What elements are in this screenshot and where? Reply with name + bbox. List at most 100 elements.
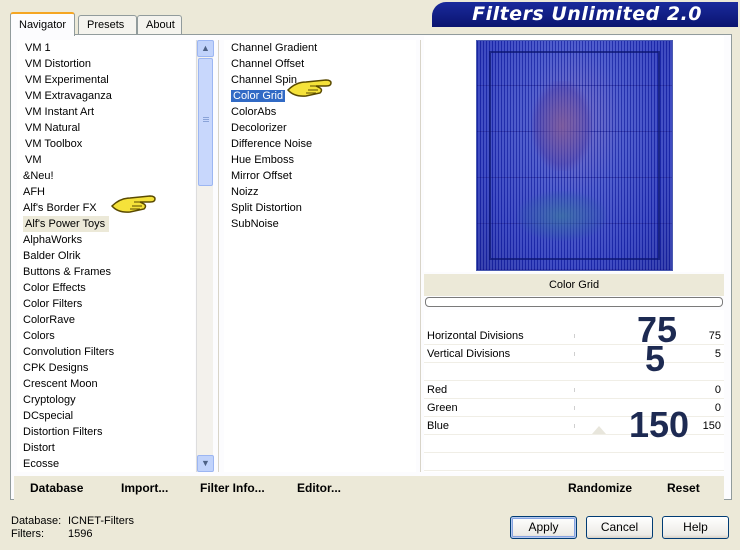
- category-label: Balder Olrik: [23, 250, 81, 262]
- category-label: Convolution Filters: [23, 346, 115, 358]
- filter-item[interactable]: SubNoise: [224, 216, 416, 232]
- category-item[interactable]: Color Filters: [17, 296, 195, 312]
- category-label: Colors: [23, 330, 55, 342]
- category-label: VM: [25, 154, 42, 166]
- category-item[interactable]: VM Distortion: [17, 56, 195, 72]
- category-label: Color Filters: [23, 298, 83, 310]
- category-label: Buttons & Frames: [23, 266, 112, 278]
- category-label: Crescent Moon: [23, 378, 98, 390]
- category-item[interactable]: VM 1: [17, 40, 195, 56]
- filter-list[interactable]: Channel Gradient Channel Offset Channel Sp…: [224, 40, 416, 472]
- category-item[interactable]: CPK Designs: [17, 360, 195, 376]
- category-label: Alf's Border FX: [23, 202, 97, 214]
- param-red[interactable]: Red 0: [424, 381, 724, 399]
- filter-item[interactable]: Hue Emboss: [224, 152, 416, 168]
- filter-label: Difference Noise: [231, 138, 313, 150]
- status-info: Database: ICNET-Filters Filters: 1596: [11, 515, 134, 541]
- annotation-blue: 150: [629, 404, 690, 445]
- category-item[interactable]: VM Toolbox: [17, 136, 195, 152]
- category-label: VM Instant Art: [25, 106, 95, 118]
- category-item[interactable]: VM: [17, 152, 195, 168]
- category-label: VM Natural: [25, 122, 81, 134]
- category-item[interactable]: Alf's Power Toys: [17, 216, 195, 232]
- category-item[interactable]: Distort: [17, 440, 195, 456]
- help-button[interactable]: Help: [662, 516, 729, 539]
- filter-label: SubNoise: [231, 218, 279, 230]
- filter-item[interactable]: Mirror Offset: [224, 168, 416, 184]
- param-empty: [424, 363, 724, 381]
- preview-image: [476, 40, 673, 271]
- param-label: Blue: [427, 420, 450, 432]
- database-button[interactable]: Database: [30, 480, 83, 496]
- randomize-button[interactable]: Randomize: [568, 480, 632, 496]
- apply-button[interactable]: Apply: [510, 516, 577, 539]
- category-item[interactable]: AlphaWorks: [17, 232, 195, 248]
- editor-button[interactable]: Editor...: [297, 480, 341, 496]
- filter-label: Decolorizer: [231, 122, 287, 134]
- category-label: AFH: [23, 186, 45, 198]
- pointing-hand-icon: [286, 79, 332, 97]
- filter-item[interactable]: Noizz: [224, 184, 416, 200]
- category-label: VM Experimental: [25, 74, 109, 86]
- category-item[interactable]: VM Experimental: [17, 72, 195, 88]
- category-item[interactable]: VM Extravaganza: [17, 88, 195, 104]
- filter-info-button[interactable]: Filter Info...: [200, 480, 265, 496]
- tab-navigator[interactable]: Navigator: [10, 12, 75, 36]
- import-button[interactable]: Import...: [121, 480, 168, 496]
- navigator-toolbar: Database Import... Filter Info... Editor…: [14, 476, 724, 500]
- filter-item[interactable]: Difference Noise: [224, 136, 416, 152]
- filter-item[interactable]: Channel Gradient: [224, 40, 416, 56]
- tab-about[interactable]: About: [137, 15, 182, 35]
- app-title-banner: Filters Unlimited 2.0: [432, 2, 738, 27]
- category-label: Color Effects: [23, 282, 86, 294]
- category-item[interactable]: VM Natural: [17, 120, 195, 136]
- scrollbar-thumb[interactable]: [198, 58, 213, 186]
- reset-button[interactable]: Reset: [667, 480, 700, 496]
- param-value: 75: [708, 330, 721, 342]
- tab-presets[interactable]: Presets: [78, 15, 137, 35]
- category-list[interactable]: VM 1 VM Distortion VM Experimental VM Extra…: [17, 40, 195, 472]
- param-vertical-divisions[interactable]: Vertical Divisions 5: [424, 345, 724, 363]
- filter-label: Split Distortion: [231, 202, 302, 214]
- category-item[interactable]: Buttons & Frames: [17, 264, 195, 280]
- category-label: VM Extravaganza: [25, 90, 112, 102]
- filter-label: Channel Gradient: [231, 42, 318, 54]
- category-item[interactable]: Balder Olrik: [17, 248, 195, 264]
- filter-item[interactable]: Split Distortion: [224, 200, 416, 216]
- category-label: CPK Designs: [23, 362, 89, 374]
- category-item[interactable]: Colors: [17, 328, 195, 344]
- category-item[interactable]: Distortion Filters: [17, 424, 195, 440]
- category-item[interactable]: &Neu!: [17, 168, 195, 184]
- category-item[interactable]: AFH: [17, 184, 195, 200]
- param-horizontal-divisions[interactable]: Horizontal Divisions 75: [424, 327, 724, 345]
- category-label: Distortion Filters: [23, 426, 103, 438]
- category-item[interactable]: VM Instant Art: [17, 104, 195, 120]
- category-label: VM Toolbox: [25, 138, 83, 150]
- slider-marker: [592, 426, 606, 434]
- param-label: Green: [427, 402, 458, 414]
- param-label: Red: [427, 384, 448, 396]
- param-value: 150: [702, 420, 721, 432]
- cancel-button[interactable]: Cancel: [586, 516, 653, 539]
- filter-label: Mirror Offset: [231, 170, 292, 182]
- category-item[interactable]: Color Effects: [17, 280, 195, 296]
- category-label: Ecosse: [23, 458, 60, 470]
- category-label: &Neu!: [23, 170, 54, 182]
- category-label: ColorRave: [23, 314, 75, 326]
- category-item[interactable]: ColorRave: [17, 312, 195, 328]
- category-item[interactable]: Ecosse: [17, 456, 195, 472]
- arrow-up-icon[interactable]: ▲: [197, 40, 214, 57]
- filter-label: Color Grid: [231, 90, 286, 102]
- category-item[interactable]: Convolution Filters: [17, 344, 195, 360]
- category-item[interactable]: Alf's Border FX: [17, 200, 195, 216]
- filter-item[interactable]: ColorAbs: [224, 104, 416, 120]
- category-scrollbar[interactable]: ▲ ▼: [196, 40, 214, 472]
- category-item[interactable]: Cryptology: [17, 392, 195, 408]
- category-item[interactable]: Crescent Moon: [17, 376, 195, 392]
- database-value: ICNET-Filters: [68, 515, 134, 527]
- arrow-down-icon[interactable]: ▼: [197, 455, 214, 472]
- category-item[interactable]: DCspecial: [17, 408, 195, 424]
- category-label: Distort: [23, 442, 55, 454]
- filter-item[interactable]: Decolorizer: [224, 120, 416, 136]
- progress-bar: [425, 297, 723, 307]
